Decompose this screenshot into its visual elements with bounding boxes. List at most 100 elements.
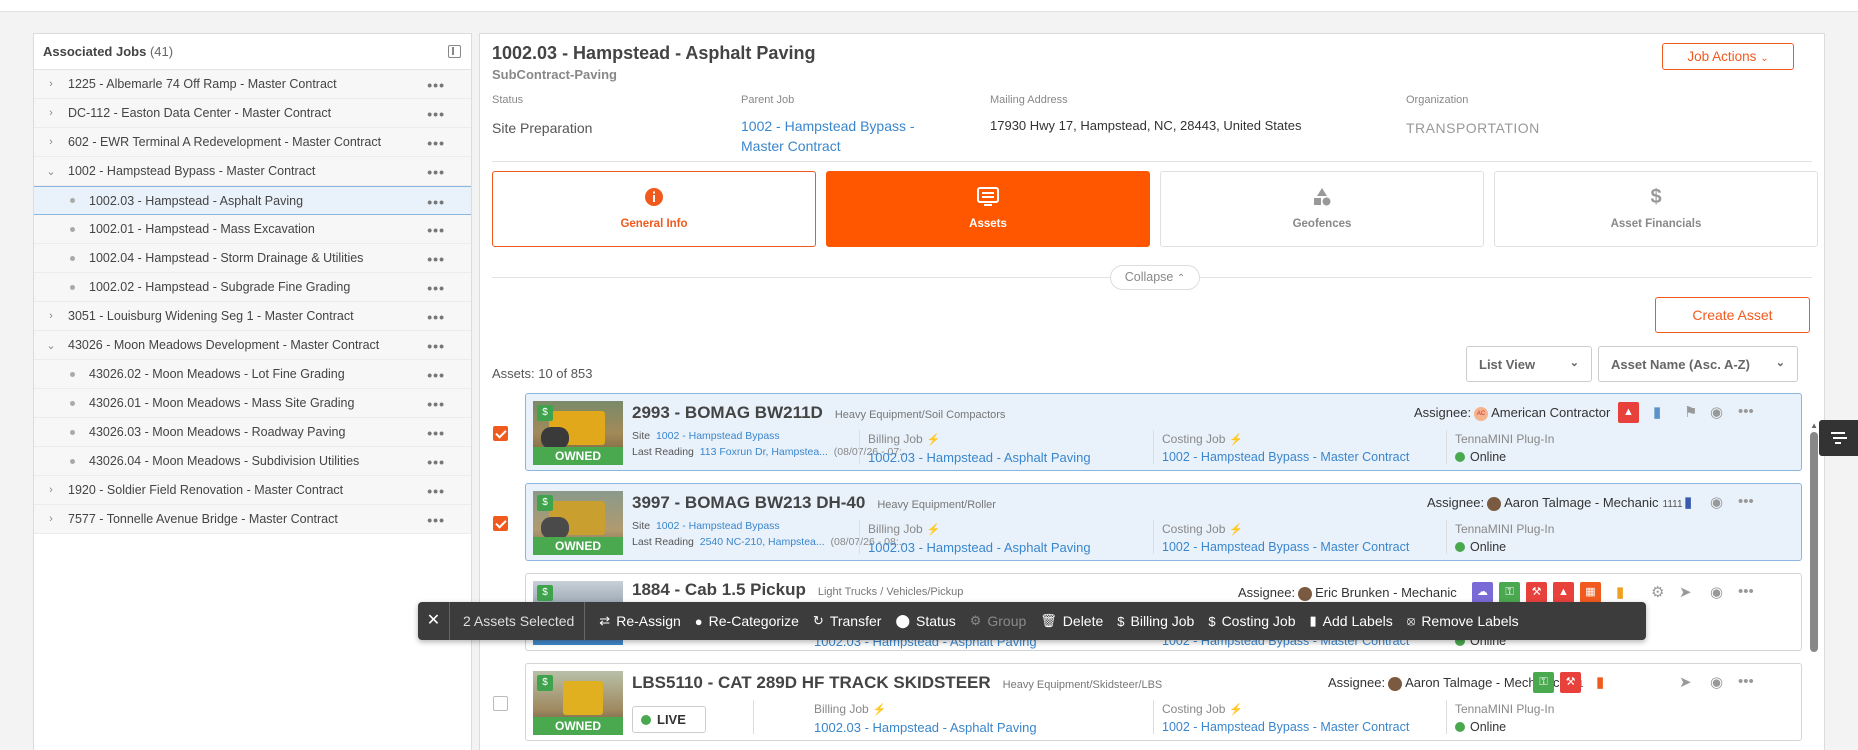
- key-icon[interactable]: ⚿: [1533, 672, 1554, 693]
- chevron-right-icon[interactable]: ›: [44, 310, 58, 322]
- sidebar-parent-job[interactable]: › 1225 - Albemarle 74 Off Ramp - Master C…: [34, 70, 471, 99]
- sidebar-child-job[interactable]: 1002.03 - Hampstead - Asphalt Paving •••: [34, 186, 471, 215]
- more-icon[interactable]: •••: [1738, 673, 1754, 690]
- more-icon[interactable]: •••: [427, 77, 445, 93]
- billing-job-link[interactable]: 1002.03 - Hampstead - Asphalt Paving: [868, 540, 1091, 555]
- more-icon[interactable]: •••: [427, 222, 445, 238]
- view-select[interactable]: List View ⌄: [1466, 346, 1592, 382]
- costing-job-link[interactable]: 1002 - Hampstead Bypass - Master Contrac…: [1162, 540, 1409, 554]
- eye-icon[interactable]: ◉: [1710, 673, 1723, 691]
- more-icon[interactable]: •••: [427, 512, 445, 528]
- send-icon[interactable]: ➤: [1679, 583, 1692, 601]
- chevron-right-icon[interactable]: ›: [44, 136, 58, 148]
- asset-name[interactable]: 2993 - BOMAG BW211D Heavy Equipment/Soil …: [632, 403, 1005, 423]
- asset-checkbox[interactable]: [493, 426, 508, 441]
- more-icon[interactable]: •••: [427, 280, 445, 296]
- status-button[interactable]: ⬤ Status: [895, 613, 955, 629]
- flag-icon[interactable]: ⚑: [1684, 403, 1697, 421]
- sidebar-parent-job[interactable]: › DC-112 - Easton Data Center - Master Co…: [34, 99, 471, 128]
- create-asset-button[interactable]: Create Asset: [1655, 297, 1810, 333]
- sidebar-child-job[interactable]: 43026.02 - Moon Meadows - Lot Fine Gradi…: [34, 360, 471, 389]
- chevron-down-icon[interactable]: ⌄: [44, 165, 58, 178]
- tab-geofences[interactable]: Geofences: [1160, 171, 1484, 247]
- asset-card[interactable]: $ OWNED 2993 - BOMAG BW211D Heavy Equipmen…: [525, 393, 1802, 471]
- eye-icon[interactable]: ◉: [1710, 583, 1723, 601]
- asset-checkbox[interactable]: [493, 516, 508, 531]
- asset-name[interactable]: LBS5110 - CAT 289D HF TRACK SKIDSTEER Hea…: [632, 673, 1162, 693]
- asset-card[interactable]: $ OWNED 3997 - BOMAG BW213 DH-40 Heavy Equ…: [525, 483, 1802, 561]
- assignee-name[interactable]: Aaron Talmage - Mechanic: [1504, 495, 1658, 510]
- more-icon[interactable]: •••: [427, 135, 445, 151]
- more-icon[interactable]: •••: [427, 194, 445, 210]
- collapse-panel-icon[interactable]: [448, 45, 461, 58]
- sidebar-parent-job[interactable]: ⌄ 43026 - Moon Meadows Development - Mast…: [34, 331, 471, 360]
- sidebar-child-job[interactable]: 43026.01 - Moon Meadows - Mass Site Grad…: [34, 389, 471, 418]
- alert-icon[interactable]: ▲: [1553, 582, 1574, 603]
- group-icon[interactable]: ⚙: [1651, 583, 1664, 601]
- wrench-icon[interactable]: ⚒: [1526, 582, 1547, 603]
- transfer-button[interactable]: ↻ Transfer: [813, 613, 882, 629]
- eye-icon[interactable]: ◉: [1710, 493, 1723, 511]
- remove-labels-button[interactable]: ⦻ Remove Labels: [1407, 613, 1519, 629]
- parent-job-link[interactable]: 1002 - Hampstead Bypass - Master Contrac…: [741, 116, 941, 156]
- sidebar-parent-job[interactable]: › 602 - EWR Terminal A Redevelopment - Ma…: [34, 128, 471, 157]
- asset-name[interactable]: 1884 - Cab 1.5 Pickup Light Trucks / Vehi…: [632, 580, 963, 600]
- asset-name[interactable]: 3997 - BOMAG BW213 DH-40 Heavy Equipment/…: [632, 493, 996, 513]
- more-icon[interactable]: •••: [427, 367, 445, 383]
- sidebar-parent-job[interactable]: › 3051 - Louisburg Widening Seg 1 - Maste…: [34, 302, 471, 331]
- chevron-down-icon[interactable]: ⌄: [44, 339, 58, 352]
- send-icon[interactable]: ➤: [1679, 673, 1692, 691]
- alert-icon[interactable]: ▲: [1618, 402, 1639, 423]
- tab-general-info[interactable]: General Info: [492, 171, 816, 247]
- collapse-button[interactable]: Collapse ⌃: [1110, 265, 1200, 290]
- sidebar-parent-job[interactable]: › 7577 - Tonnelle Avenue Bridge - Master …: [34, 505, 471, 534]
- sidebar-parent-job[interactable]: ⌄ 1002 - Hampstead Bypass - Master Contra…: [34, 157, 471, 186]
- sort-select[interactable]: Asset Name (Asc. A-Z) ⌄: [1598, 346, 1798, 382]
- sidebar-child-job[interactable]: 1002.04 - Hampstead - Storm Drainage & U…: [34, 244, 471, 273]
- group-button[interactable]: ⚙ Group: [970, 613, 1027, 629]
- more-icon[interactable]: •••: [427, 309, 445, 325]
- assignee-name[interactable]: American Contractor: [1491, 405, 1610, 420]
- tab-assets[interactable]: Assets: [826, 171, 1150, 247]
- close-icon[interactable]: ✕: [418, 602, 450, 640]
- asset-card[interactable]: $ OWNED LBS5110 - CAT 289D HF TRACK SKIDS…: [525, 663, 1802, 741]
- tag-icon[interactable]: ▮: [1653, 403, 1661, 421]
- delete-button[interactable]: 🗑 Delete: [1040, 613, 1103, 629]
- billing-job-link[interactable]: 1002.03 - Hampstead - Asphalt Paving: [814, 720, 1037, 735]
- site-link[interactable]: 1002 - Hampstead Bypass: [656, 430, 780, 442]
- tag-icon[interactable]: ▮: [1596, 673, 1604, 691]
- more-icon[interactable]: •••: [427, 251, 445, 267]
- more-icon[interactable]: •••: [427, 483, 445, 499]
- costing-job-link[interactable]: 1002 - Hampstead Bypass - Master Contrac…: [1162, 720, 1409, 734]
- more-icon[interactable]: •••: [427, 425, 445, 441]
- costing-job-button[interactable]: $ Costing Job: [1208, 613, 1295, 629]
- sidebar-parent-job[interactable]: › 1920 - Soldier Field Renovation - Maste…: [34, 476, 471, 505]
- asset-checkbox[interactable]: [493, 696, 508, 711]
- chevron-right-icon[interactable]: ›: [44, 513, 58, 525]
- wrench-icon[interactable]: ⚒: [1560, 672, 1581, 693]
- more-icon[interactable]: •••: [427, 454, 445, 470]
- more-icon[interactable]: •••: [1738, 403, 1754, 420]
- billing-job-button[interactable]: $ Billing Job: [1117, 613, 1194, 629]
- more-icon[interactable]: •••: [427, 396, 445, 412]
- cloud-icon[interactable]: ☁: [1472, 582, 1493, 603]
- qr-icon[interactable]: ▦: [1580, 582, 1601, 603]
- filter-icon[interactable]: [1819, 420, 1858, 456]
- chevron-right-icon[interactable]: ›: [44, 107, 58, 119]
- chevron-right-icon[interactable]: ›: [44, 484, 58, 496]
- reading-link[interactable]: 2540 NC-210, Hampstea...: [700, 536, 825, 548]
- reading-link[interactable]: 113 Foxrun Dr, Hampstea...: [700, 446, 828, 458]
- sidebar-child-job[interactable]: 1002.01 - Hampstead - Mass Excavation •••: [34, 215, 471, 244]
- sidebar-child-job[interactable]: 43026.04 - Moon Meadows - Subdivision Ut…: [34, 447, 471, 476]
- chevron-right-icon[interactable]: ›: [44, 78, 58, 90]
- tab-asset-financials[interactable]: $ Asset Financials: [1494, 171, 1818, 247]
- recategorize-button[interactable]: ● Re-Categorize: [695, 613, 799, 629]
- more-icon[interactable]: •••: [427, 338, 445, 354]
- more-icon[interactable]: •••: [1738, 493, 1754, 510]
- live-status-button[interactable]: LIVE: [632, 706, 706, 733]
- key-icon[interactable]: ⚿: [1499, 582, 1520, 603]
- scrollbar[interactable]: [1810, 432, 1818, 652]
- sidebar-child-job[interactable]: 43026.03 - Moon Meadows - Roadway Paving…: [34, 418, 471, 447]
- costing-job-link[interactable]: 1002 - Hampstead Bypass - Master Contrac…: [1162, 450, 1409, 464]
- more-icon[interactable]: •••: [427, 106, 445, 122]
